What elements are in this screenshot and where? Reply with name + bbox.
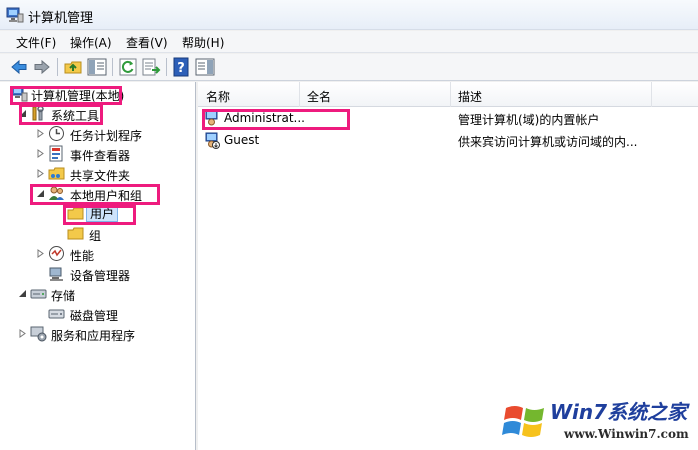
list-row-guest[interactable]: Guest 供来宾访问计算机或访问域的内... [198, 130, 698, 151]
device-manager-icon [49, 267, 63, 281]
forward-arrow-icon[interactable] [31, 56, 53, 78]
column-fullname-header[interactable]: 全名 [307, 88, 331, 105]
help-icon[interactable]: ? [171, 56, 193, 78]
title-bar: 计算机管理 [0, 0, 698, 30]
tree-item-task-scheduler[interactable]: 任务计划程序 [0, 124, 196, 144]
folder-icon [67, 227, 84, 240]
menu-view[interactable]: 查看(V) [124, 34, 170, 51]
list-row-administrator[interactable]: Administrat... 管理计算机(域)的内置帐户 [198, 108, 698, 129]
tree-item-label: 组 [89, 229, 102, 243]
services-icon [30, 326, 47, 342]
collapsed-arrow-icon[interactable] [36, 149, 45, 158]
tree-item-storage[interactable]: 存储 [0, 284, 196, 304]
expanded-arrow-icon[interactable] [36, 189, 45, 198]
column-name-header[interactable]: 名称 [206, 88, 230, 105]
computer-management-icon [11, 86, 28, 102]
folder-icon [67, 207, 84, 220]
collapsed-arrow-icon[interactable] [18, 329, 27, 338]
clock-icon [49, 126, 64, 141]
tree-item-event-viewer[interactable]: 事件查看器 [0, 144, 196, 164]
tree-item-label: 共享文件夹 [70, 169, 131, 183]
watermark-title: Win7系统之家 [550, 400, 688, 424]
user-description: 供来宾访问计算机或访问域的内... [458, 135, 638, 149]
user-account-disabled-icon [205, 132, 220, 149]
tree-item-label: 用户 [86, 206, 119, 222]
show-hide-tree-icon[interactable] [86, 56, 108, 78]
storage-icon [30, 289, 47, 299]
tree-item-label: 磁盘管理 [70, 309, 119, 323]
tree-item-system-tools[interactable]: 系统工具 [0, 104, 196, 124]
menu-action[interactable]: 操作(A) [68, 34, 114, 51]
tree-item-label: 系统工具 [51, 109, 100, 123]
event-viewer-icon [49, 145, 63, 162]
svg-text:?: ? [177, 61, 185, 76]
menu-bar: 文件(F) 操作(A) 查看(V) 帮助(H) [0, 31, 698, 53]
shared-folder-icon [48, 167, 65, 180]
performance-icon [49, 246, 64, 261]
tree-item-computer-management[interactable]: 计算机管理(本地) [0, 84, 196, 104]
refresh-icon[interactable] [117, 56, 139, 78]
export-list-icon[interactable] [140, 56, 162, 78]
column-description-header[interactable]: 描述 [458, 88, 482, 105]
tree-item-local-users-groups[interactable]: 本地用户和组 [0, 184, 196, 204]
up-folder-icon[interactable] [62, 56, 84, 78]
expanded-arrow-icon[interactable] [18, 289, 27, 298]
tree-item-label: 设备管理器 [70, 269, 131, 283]
expanded-arrow-icon[interactable] [18, 109, 27, 118]
user-name: Guest [224, 133, 260, 147]
tree-item-label: 服务和应用程序 [51, 329, 136, 343]
list-header: 名称 全名 描述 [198, 82, 698, 107]
tree-item-disk-management[interactable]: 磁盘管理 [0, 304, 196, 324]
tree-item-label: 计算机管理(本地) [31, 89, 125, 103]
tree-item-groups[interactable]: 组 [0, 224, 196, 244]
menu-help[interactable]: 帮助(H) [180, 34, 226, 51]
collapsed-arrow-icon[interactable] [36, 129, 45, 138]
navigation-tree: 计算机管理(本地) 系统工具 任务计划程序 事件查看器 共享文件夹 本地用户和组… [0, 82, 196, 450]
watermark: Win7系统之家 www.Winwin7.com [500, 392, 698, 450]
back-arrow-icon[interactable] [8, 56, 30, 78]
tree-item-users[interactable]: 用户 [0, 204, 196, 224]
tree-item-device-manager[interactable]: 设备管理器 [0, 264, 196, 284]
tree-item-shared-folders[interactable]: 共享文件夹 [0, 164, 196, 184]
tree-item-label: 存储 [51, 289, 76, 303]
menu-file[interactable]: 文件(F) [14, 34, 58, 51]
tree-item-label: 本地用户和组 [70, 189, 143, 203]
disk-icon [48, 309, 65, 319]
tree-item-label: 任务计划程序 [70, 129, 143, 143]
show-action-pane-icon[interactable] [194, 56, 216, 78]
tree-item-label: 性能 [70, 249, 95, 263]
tree-item-performance[interactable]: 性能 [0, 244, 196, 264]
user-description: 管理计算机(域)的内置帐户 [458, 113, 600, 127]
watermark-url: www.Winwin7.com [564, 427, 689, 441]
tree-item-label: 事件查看器 [70, 149, 131, 163]
system-tools-icon [32, 105, 44, 121]
toolbar: ? [0, 54, 698, 81]
collapsed-arrow-icon[interactable] [36, 169, 45, 178]
windows-logo-icon [502, 406, 544, 437]
window-title: 计算机管理 [28, 11, 94, 26]
users-group-icon [49, 186, 64, 200]
user-name: Administrat... [224, 111, 305, 125]
user-account-icon [205, 110, 218, 126]
tree-item-services-applications[interactable]: 服务和应用程序 [0, 324, 196, 344]
computer-management-icon [6, 7, 24, 23]
collapsed-arrow-icon[interactable] [36, 249, 45, 258]
